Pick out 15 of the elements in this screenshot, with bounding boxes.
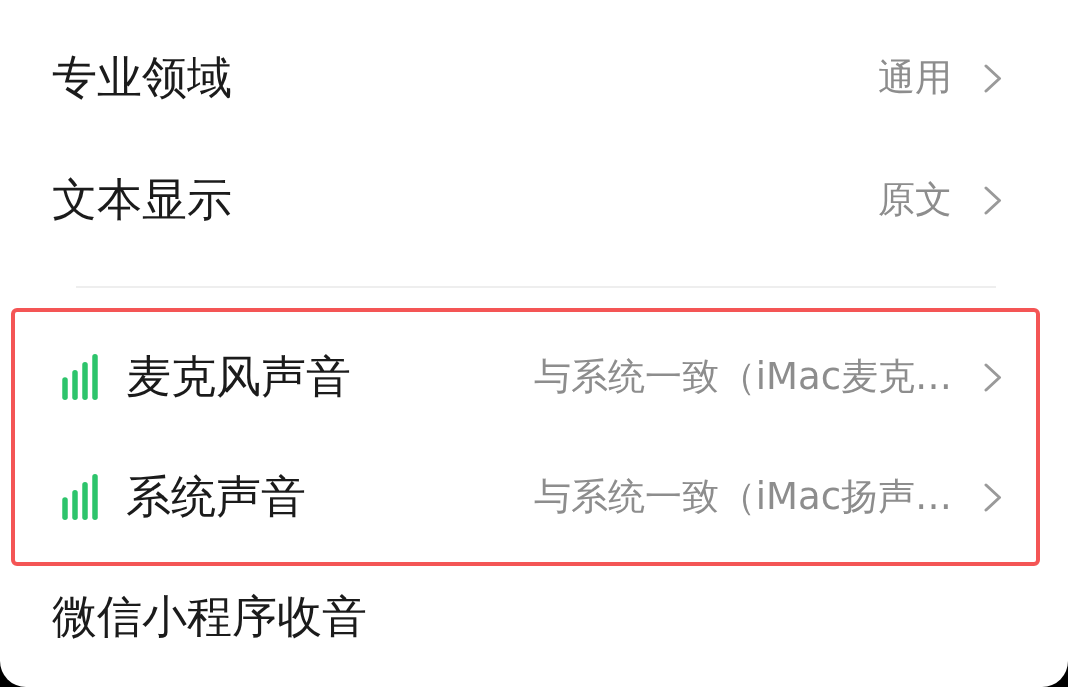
chevron-right-icon [984,63,1002,93]
setting-value: 与系统一致（iMac麦克… [533,354,952,400]
signal-bars-icon [62,474,98,520]
setting-label[interactable]: 文本显示 [52,173,232,227]
chevron-right-icon [984,185,1002,215]
signal-bars-icon [62,354,98,400]
setting-label[interactable]: 麦克风声音 [126,350,351,404]
chevron-right-icon [984,482,1002,512]
setting-label[interactable]: 系统声音 [126,470,306,524]
setting-label[interactable]: 微信小程序收音 [52,590,367,644]
setting-value: 通用 [878,55,952,101]
chevron-right-icon [984,362,1002,392]
setting-value: 与系统一致（iMac扬声… [533,474,952,520]
setting-label[interactable]: 专业领域 [52,51,232,105]
setting-value: 原文 [878,177,952,223]
